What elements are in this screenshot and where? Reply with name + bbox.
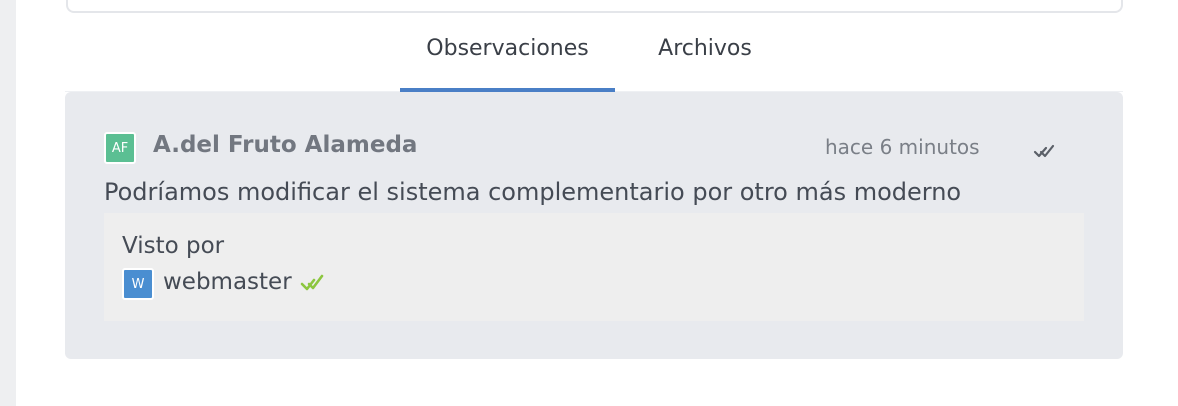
viewer-name: webmaster (163, 269, 292, 295)
viewer-avatar: W (122, 268, 154, 300)
left-sidebar-edge (0, 0, 16, 406)
author-initials: AF (111, 140, 129, 156)
seen-by-label: Visto por (122, 233, 225, 259)
tab-observaciones[interactable]: Observaciones (400, 22, 615, 92)
top-card (66, 0, 1123, 13)
tab-observaciones-label: Observaciones (426, 36, 589, 61)
comment-panel: AF A.del Fruto Alameda hace 6 minutos Po… (65, 92, 1123, 359)
seen-by-box: Visto por W webmaster (104, 213, 1084, 321)
viewer-initial: W (131, 276, 145, 292)
author-avatar: AF (104, 132, 136, 164)
comment-timestamp: hace 6 minutos (825, 135, 980, 159)
tab-archivos-label: Archivos (658, 36, 752, 61)
author-name: A.del Fruto Alameda (153, 132, 418, 158)
comment-text: Podríamos modificar el sistema complemen… (104, 178, 962, 206)
double-check-icon[interactable] (1033, 140, 1059, 162)
double-check-icon (300, 274, 324, 291)
tab-archivos[interactable]: Archivos (625, 22, 785, 92)
tab-bar: Observaciones Archivos (65, 22, 1123, 92)
